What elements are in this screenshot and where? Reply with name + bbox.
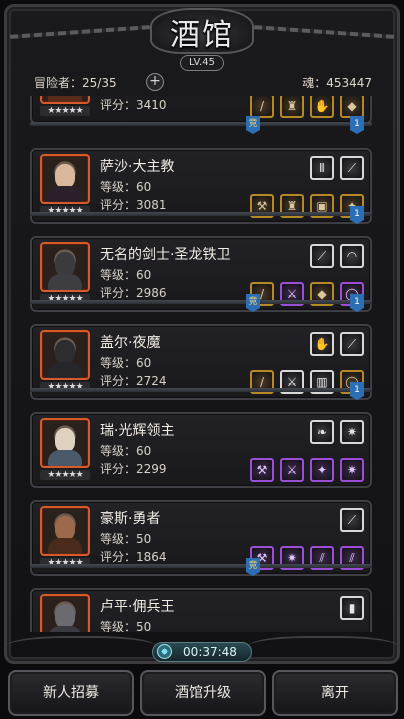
sword-icon[interactable]: /: [250, 96, 274, 118]
hero-portrait[interactable]: [40, 418, 90, 468]
hero-portrait[interactable]: [40, 594, 90, 632]
pants-icon[interactable]: Ⅱ: [310, 156, 334, 180]
star-rating: ★★★★★: [40, 470, 90, 480]
hero-level: 等级：60: [100, 444, 152, 458]
leave-button[interactable]: 离开: [272, 670, 398, 716]
arena-badge: 竞: [246, 116, 260, 134]
portrait-face: [55, 428, 75, 452]
hero-portrait[interactable]: [40, 330, 90, 380]
horn-icon[interactable]: ◠: [340, 244, 364, 268]
hero-level: 等级：60: [100, 356, 152, 370]
star-rating: ★★★★★: [40, 106, 90, 116]
page-title: 酒馆: [170, 18, 234, 53]
feather-icon[interactable]: ❧: [310, 420, 334, 444]
hero-card[interactable]: ★★★★★等级：60评分：3410/♜✋◆: [30, 96, 372, 124]
hero-score: 评分：3081: [100, 198, 167, 212]
gem-icon[interactable]: ✷: [340, 458, 364, 482]
portrait-body: [48, 96, 82, 102]
stats-bar: 冒险者：25/35 + 魂：453447: [34, 73, 372, 91]
hero-name: 萨沙·大主教: [100, 159, 175, 175]
hero-level: 等级：60: [100, 268, 152, 282]
hero-score: 评分：2724: [100, 374, 167, 388]
soul-currency: 魂：453447: [302, 76, 372, 90]
hero-name: 无名的剑士·圣龙铁卫: [100, 247, 231, 263]
recruit-button[interactable]: 新人招募: [8, 670, 134, 716]
upgrade-tavern-button[interactable]: 酒馆升级: [140, 670, 266, 716]
tavern-level-badge: LV.45: [180, 55, 224, 71]
portrait-face: [55, 516, 75, 540]
hero-level: 等级：60: [100, 180, 152, 194]
hero-portrait[interactable]: [40, 242, 90, 292]
hero-portrait[interactable]: [40, 506, 90, 556]
card-divider: [30, 388, 372, 392]
blade-icon[interactable]: ⟋: [340, 332, 364, 356]
portrait-face: [55, 252, 75, 276]
hero-name: 瑞·光辉领主: [100, 423, 175, 439]
add-slot-button[interactable]: +: [146, 73, 164, 91]
number-badge: 1: [350, 116, 364, 134]
hero-list[interactable]: ★★★★★ 等级：60 评分：3410 / ♜ ✋ ◆ 竞 1 ★★★★★ 萨沙·大主教等级：60 评…: [24, 96, 378, 632]
bottom-ornament-right: [248, 636, 398, 662]
hero-score: 评分：1864: [100, 550, 167, 564]
clock-icon: [157, 644, 172, 659]
hero-name: 卢平·佣兵王: [100, 599, 175, 615]
helmet-icon[interactable]: ♜: [280, 96, 304, 118]
hero-portrait[interactable]: [40, 154, 90, 204]
hero-card[interactable]: ★★★★★ 瑞·光辉领主 等级：60 评分：2299 ❧ ✷ ⚒ ⚔ ✦ ✷: [30, 412, 372, 488]
title-crest: 酒馆 LV.45: [150, 0, 254, 72]
bottom-ornament-left: [6, 636, 156, 662]
hero-score: 评分：2986: [100, 286, 167, 300]
portrait-face: [55, 340, 75, 364]
card-divider: [30, 122, 372, 126]
gauntlet-icon[interactable]: ✋: [310, 332, 334, 356]
hero-portrait[interactable]: [40, 96, 90, 104]
hero-name: 豪斯·勇者: [100, 511, 161, 527]
portrait-body: [48, 362, 82, 378]
adventurer-count: 冒险者：25/35: [34, 76, 117, 90]
amulet-icon[interactable]: ✦: [310, 458, 334, 482]
hero-card[interactable]: ★★★★★卢平·佣兵王等级：50▮: [30, 588, 372, 632]
portrait-face: [55, 604, 75, 628]
hero-score: 评分：2299: [100, 462, 167, 476]
mace-icon[interactable]: ⚒: [250, 458, 274, 482]
boots-icon[interactable]: ⟋: [310, 244, 334, 268]
portrait-body: [48, 538, 82, 554]
hero-name: 盖尔·夜魔: [100, 335, 161, 351]
blade-icon[interactable]: ⟋: [340, 156, 364, 180]
scroll-icon[interactable]: ▮: [340, 596, 364, 620]
portrait-body: [48, 626, 82, 632]
portrait-body: [48, 450, 82, 466]
gem-icon[interactable]: ✷: [340, 420, 364, 444]
portrait-face: [55, 164, 75, 188]
gauntlet-icon[interactable]: ✋: [310, 96, 334, 118]
portrait-body: [48, 186, 82, 202]
shoulder-armor-icon[interactable]: ⚔: [280, 458, 304, 482]
portrait-body: [48, 274, 82, 290]
hero-level: 等级：50: [100, 620, 152, 632]
cape-icon[interactable]: ◆: [340, 96, 364, 118]
card-divider: [30, 300, 372, 304]
hero-level: 等级：50: [100, 532, 152, 546]
card-divider: [30, 212, 372, 216]
card-divider: [30, 564, 372, 568]
scroll-icon[interactable]: ⟋: [340, 508, 364, 532]
hero-score: 评分：3410: [100, 98, 167, 112]
